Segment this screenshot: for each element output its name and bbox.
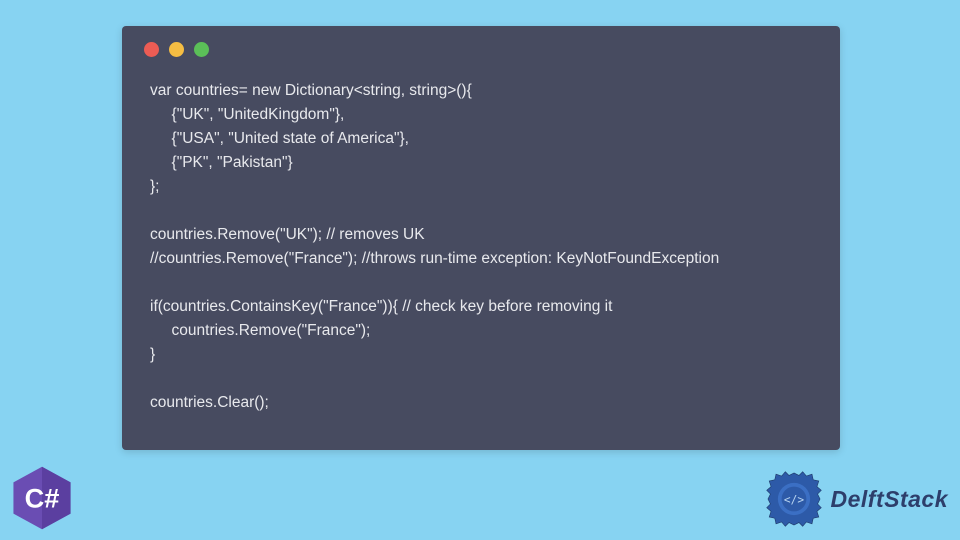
- code-window: var countries= new Dictionary<string, st…: [122, 26, 840, 450]
- csharp-label-text: C#: [25, 483, 60, 514]
- code-line: //countries.Remove("France"); //throws r…: [150, 250, 719, 267]
- code-line: var countries= new Dictionary<string, st…: [150, 82, 472, 99]
- code-line: {"PK", "Pakistan"}: [150, 154, 293, 171]
- code-line: countries.Remove("UK"); // removes UK: [150, 226, 425, 243]
- code-line: countries.Clear();: [150, 394, 269, 411]
- code-line: };: [150, 178, 159, 195]
- maximize-icon: [194, 42, 209, 57]
- svg-text:</>: </>: [783, 493, 803, 506]
- window-controls: [122, 26, 840, 57]
- code-line: if(countries.ContainsKey("France")){ // …: [150, 298, 612, 315]
- code-line: }: [150, 346, 155, 363]
- csharp-logo-icon: C#: [8, 464, 76, 532]
- code-line: countries.Remove("France");: [150, 322, 370, 339]
- code-line: {"UK", "UnitedKingdom"},: [150, 106, 344, 123]
- minimize-icon: [169, 42, 184, 57]
- code-line: {"USA", "United state of America"},: [150, 130, 409, 147]
- close-icon: [144, 42, 159, 57]
- code-content: var countries= new Dictionary<string, st…: [122, 57, 840, 415]
- gear-icon: </>: [763, 468, 825, 530]
- delftstack-label: DelftStack: [831, 486, 948, 513]
- delftstack-logo: </> DelftStack: [763, 468, 948, 530]
